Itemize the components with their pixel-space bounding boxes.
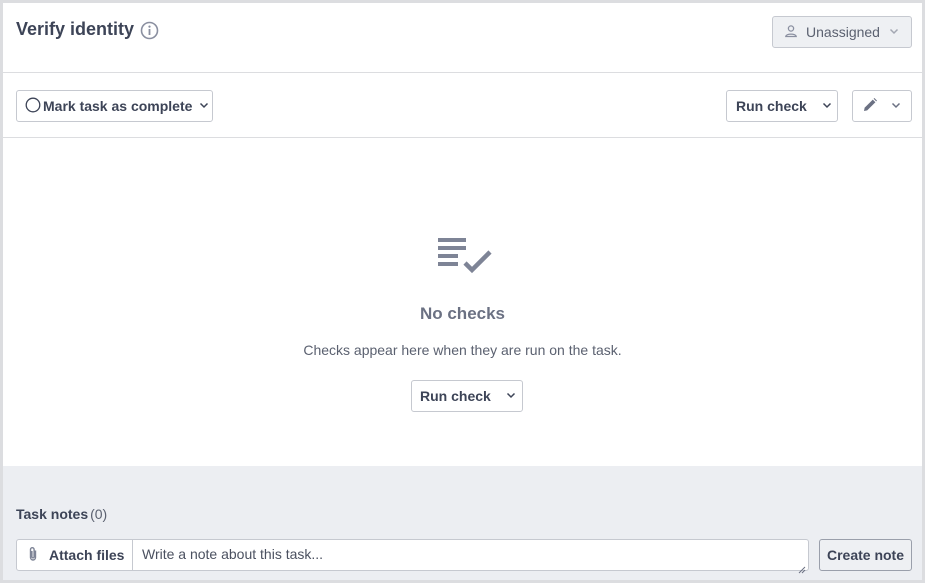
assignee-dropdown[interactable]: Unassigned — [772, 16, 912, 48]
edit-menu-button[interactable] — [852, 90, 912, 122]
run-check-button-empty[interactable]: Run check — [411, 380, 523, 412]
note-input[interactable] — [132, 539, 809, 571]
run-check-button[interactable]: Run check — [726, 90, 838, 122]
attach-files-label: Attach files — [49, 547, 125, 563]
mark-complete-button[interactable]: Mark task as complete — [16, 90, 213, 122]
mark-complete-label: Mark task as complete — [43, 98, 193, 114]
paperclip-icon — [27, 546, 39, 565]
checklist-icon — [436, 234, 492, 274]
run-check-label: Run check — [736, 98, 807, 114]
create-note-button[interactable]: Create note — [819, 539, 912, 571]
empty-state-description: Checks appear here when they are run on … — [303, 342, 622, 358]
user-icon — [784, 24, 798, 41]
info-icon[interactable] — [140, 21, 159, 40]
task-notes-section: Task notes(0) Attach files Create note — [3, 466, 922, 580]
chevron-down-icon — [505, 388, 517, 404]
note-composer: Attach files Create note — [16, 539, 912, 574]
task-toolbar: Mark task as complete Run check — [3, 73, 922, 138]
chevron-down-icon — [821, 98, 833, 114]
circle-icon — [25, 97, 41, 116]
resize-grip-icon[interactable] — [798, 561, 806, 574]
task-title-row: Verify identity — [16, 19, 159, 40]
chevron-down-icon — [890, 98, 902, 114]
pencil-icon — [862, 97, 878, 116]
assignee-label: Unassigned — [806, 24, 880, 40]
empty-state-title: No checks — [419, 304, 506, 323]
chevron-down-icon — [888, 24, 900, 40]
checks-empty-state: No checks Checks appear here when they a… — [3, 138, 922, 466]
task-panel: Verify identity Unassigned Mark task as … — [0, 0, 925, 583]
page-title: Verify identity — [16, 19, 135, 39]
task-header: Verify identity Unassigned — [3, 3, 922, 73]
task-notes-heading: Task notes (0) — [16, 506, 107, 522]
run-check-label: Run check — [420, 388, 491, 404]
task-notes-label: Task notes — [16, 506, 89, 522]
chevron-down-icon — [198, 98, 210, 114]
attach-files-button[interactable]: Attach files — [16, 539, 133, 571]
task-notes-count: (0) — [90, 506, 108, 522]
